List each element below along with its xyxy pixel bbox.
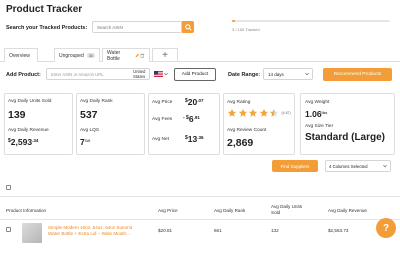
avg-daily-revenue-value: 2,593 — [10, 137, 33, 147]
rating-count: (4.67) — [281, 111, 291, 115]
find-suppliers-button[interactable]: Find Suppliers — [272, 160, 318, 172]
avg-fees-decimal: .91 — [193, 115, 200, 120]
avg-daily-revenue-decimal: .34 — [32, 138, 39, 143]
date-range-select[interactable]: 14 days — [263, 68, 313, 80]
card-price-fees-net: Avg Price $20.07 Avg Fees - $6.91 Avg Ne… — [148, 93, 220, 155]
avg-net-value: 13 — [187, 134, 198, 144]
avg-daily-units-label: Avg Daily Units Sold — [8, 99, 52, 104]
search-label: Search your Tracked Products: — [6, 25, 88, 31]
column-header-avg-daily-units-sold[interactable]: Avg Daily Units Sold — [271, 204, 311, 216]
avg-weight-label: Avg Weight — [305, 100, 330, 105]
avg-lqs-label: Avg LQS — [80, 128, 100, 133]
date-range-label: Date Range: — [228, 72, 261, 78]
select-all-checkbox[interactable] — [6, 185, 11, 190]
add-product-label: Add Product: — [6, 72, 41, 78]
avg-rating-label: Avg Rating — [227, 100, 251, 105]
add-tab-button[interactable]: + — [152, 48, 178, 62]
chevron-down-icon — [383, 164, 387, 168]
avg-price-value: 20 — [187, 97, 198, 107]
star-icon — [248, 108, 258, 117]
delete-icon[interactable] — [140, 53, 145, 58]
tab-label: Ungrouped — [59, 52, 84, 59]
pencil-icon[interactable] — [135, 53, 140, 58]
avg-net-label: Avg Net — [152, 137, 169, 142]
card-units-revenue: Avg Daily Units Sold 139 Avg Daily Reven… — [4, 93, 73, 155]
avg-fees-label: Avg Fees — [152, 117, 173, 122]
avg-size-tier-value: Standard (Large) — [305, 132, 386, 143]
tab-overview[interactable]: Overview — [4, 48, 38, 62]
add-product-button[interactable]: Add Product — [174, 68, 216, 81]
card-rating-reviews: Avg Rating (4.67) Avg Review Count 2,869 — [223, 93, 295, 155]
avg-daily-rank-value: 537 — [80, 109, 98, 121]
table-divider — [0, 196, 400, 197]
star-icon — [259, 108, 268, 117]
tab-ungrouped[interactable]: Ungrouped 30 — [54, 48, 100, 62]
tab-count-badge: 30 — [86, 53, 96, 58]
avg-price-label: Avg Price — [152, 100, 173, 105]
tracked-count: 3 / 150 Tracked — [232, 27, 260, 32]
avg-lqs-unit: /10 — [84, 138, 91, 143]
avg-daily-revenue: $2,593.34 — [8, 137, 38, 147]
avg-price-decimal: .07 — [197, 98, 204, 103]
card-rank-lqs: Avg Daily Rank 537 Avg LQS 7/10 — [76, 93, 145, 155]
page-title: Product Tracker — [6, 4, 83, 15]
search-icon — [184, 23, 192, 31]
column-header-product-information[interactable]: Product Information — [6, 208, 46, 213]
chevron-down-icon — [164, 72, 168, 76]
avg-lqs: 7/10 — [80, 137, 90, 147]
cell-avg-daily-rank: 661 — [214, 228, 222, 233]
cell-avg-daily-units-sold: 132 — [271, 228, 279, 233]
avg-weight-value: 1.06 — [305, 109, 322, 119]
columns-select[interactable]: 4 Columns Selected — [325, 160, 391, 172]
tracked-progress-bar — [232, 20, 390, 22]
star-icon — [269, 108, 279, 117]
column-header-avg-price[interactable]: Avg Price — [158, 208, 178, 213]
row-checkbox[interactable] — [6, 227, 11, 232]
table-row[interactable]: Simple Modern 40oz, 64oz, 64oz Summit Wa… — [0, 220, 400, 250]
add-product-placeholder: Enter ASIN or Amazon URL — [51, 71, 104, 77]
columns-select-value: 4 Columns Selected — [329, 163, 368, 169]
avg-size-tier-label: Avg Size Tier — [305, 124, 334, 129]
tracked-progress-fill — [232, 20, 236, 22]
avg-weight: 1.06lbs — [305, 109, 327, 119]
question-icon: ? — [382, 222, 390, 234]
chevron-down-icon — [305, 72, 309, 76]
marketplace-selector[interactable]: United States — [133, 69, 145, 79]
avg-review-count-label: Avg Review Count — [227, 128, 267, 133]
product-title-link[interactable]: Simple Modern 40oz, 64oz, 64oz Summit Wa… — [48, 225, 152, 237]
avg-net: $13.36 — [185, 134, 204, 144]
rating-stars: (4.67) — [227, 108, 291, 118]
tab-label: Water Bottle — [107, 49, 121, 62]
search-input[interactable] — [93, 22, 167, 32]
help-button[interactable]: ? — [376, 218, 396, 238]
avg-price: $20.07 — [185, 97, 204, 107]
star-icon — [227, 108, 237, 117]
avg-net-decimal: .36 — [197, 135, 204, 140]
card-weight-size: Avg Weight 1.06lbs Avg Size Tier Standar… — [300, 93, 395, 155]
avg-fees: - $6.91 — [183, 114, 200, 124]
date-range-value: 14 days — [268, 71, 284, 77]
search-button[interactable] — [182, 21, 194, 33]
cell-avg-daily-revenue: $2,563.73 — [328, 228, 349, 233]
product-title-line2: Water Bottle + Extra Lid – Wide Mouth... — [48, 231, 130, 236]
tab-label: Overview — [9, 52, 30, 59]
marketplace-line2: States — [133, 74, 146, 79]
column-header-avg-daily-revenue[interactable]: Avg Daily Revenue — [328, 208, 367, 213]
avg-weight-unit: lbs — [321, 110, 328, 115]
avg-daily-revenue-label: Avg Daily Revenue — [8, 128, 49, 133]
star-icon — [238, 108, 247, 117]
cell-avg-price: $20.81 — [158, 228, 173, 233]
plus-icon: + — [162, 50, 168, 61]
recommend-products-button[interactable]: Recommend Products — [323, 68, 392, 81]
avg-review-count-value: 2,869 — [227, 137, 254, 149]
us-flag-icon — [154, 71, 163, 77]
avg-daily-units-value: 139 — [8, 109, 26, 121]
product-thumbnail — [22, 223, 42, 243]
tab-water-bottle[interactable]: Water Bottle — [102, 48, 150, 62]
avg-daily-rank-label: Avg Daily Rank — [80, 99, 113, 104]
column-header-avg-daily-rank[interactable]: Avg Daily Rank — [214, 208, 245, 213]
search-field[interactable] — [92, 21, 182, 33]
